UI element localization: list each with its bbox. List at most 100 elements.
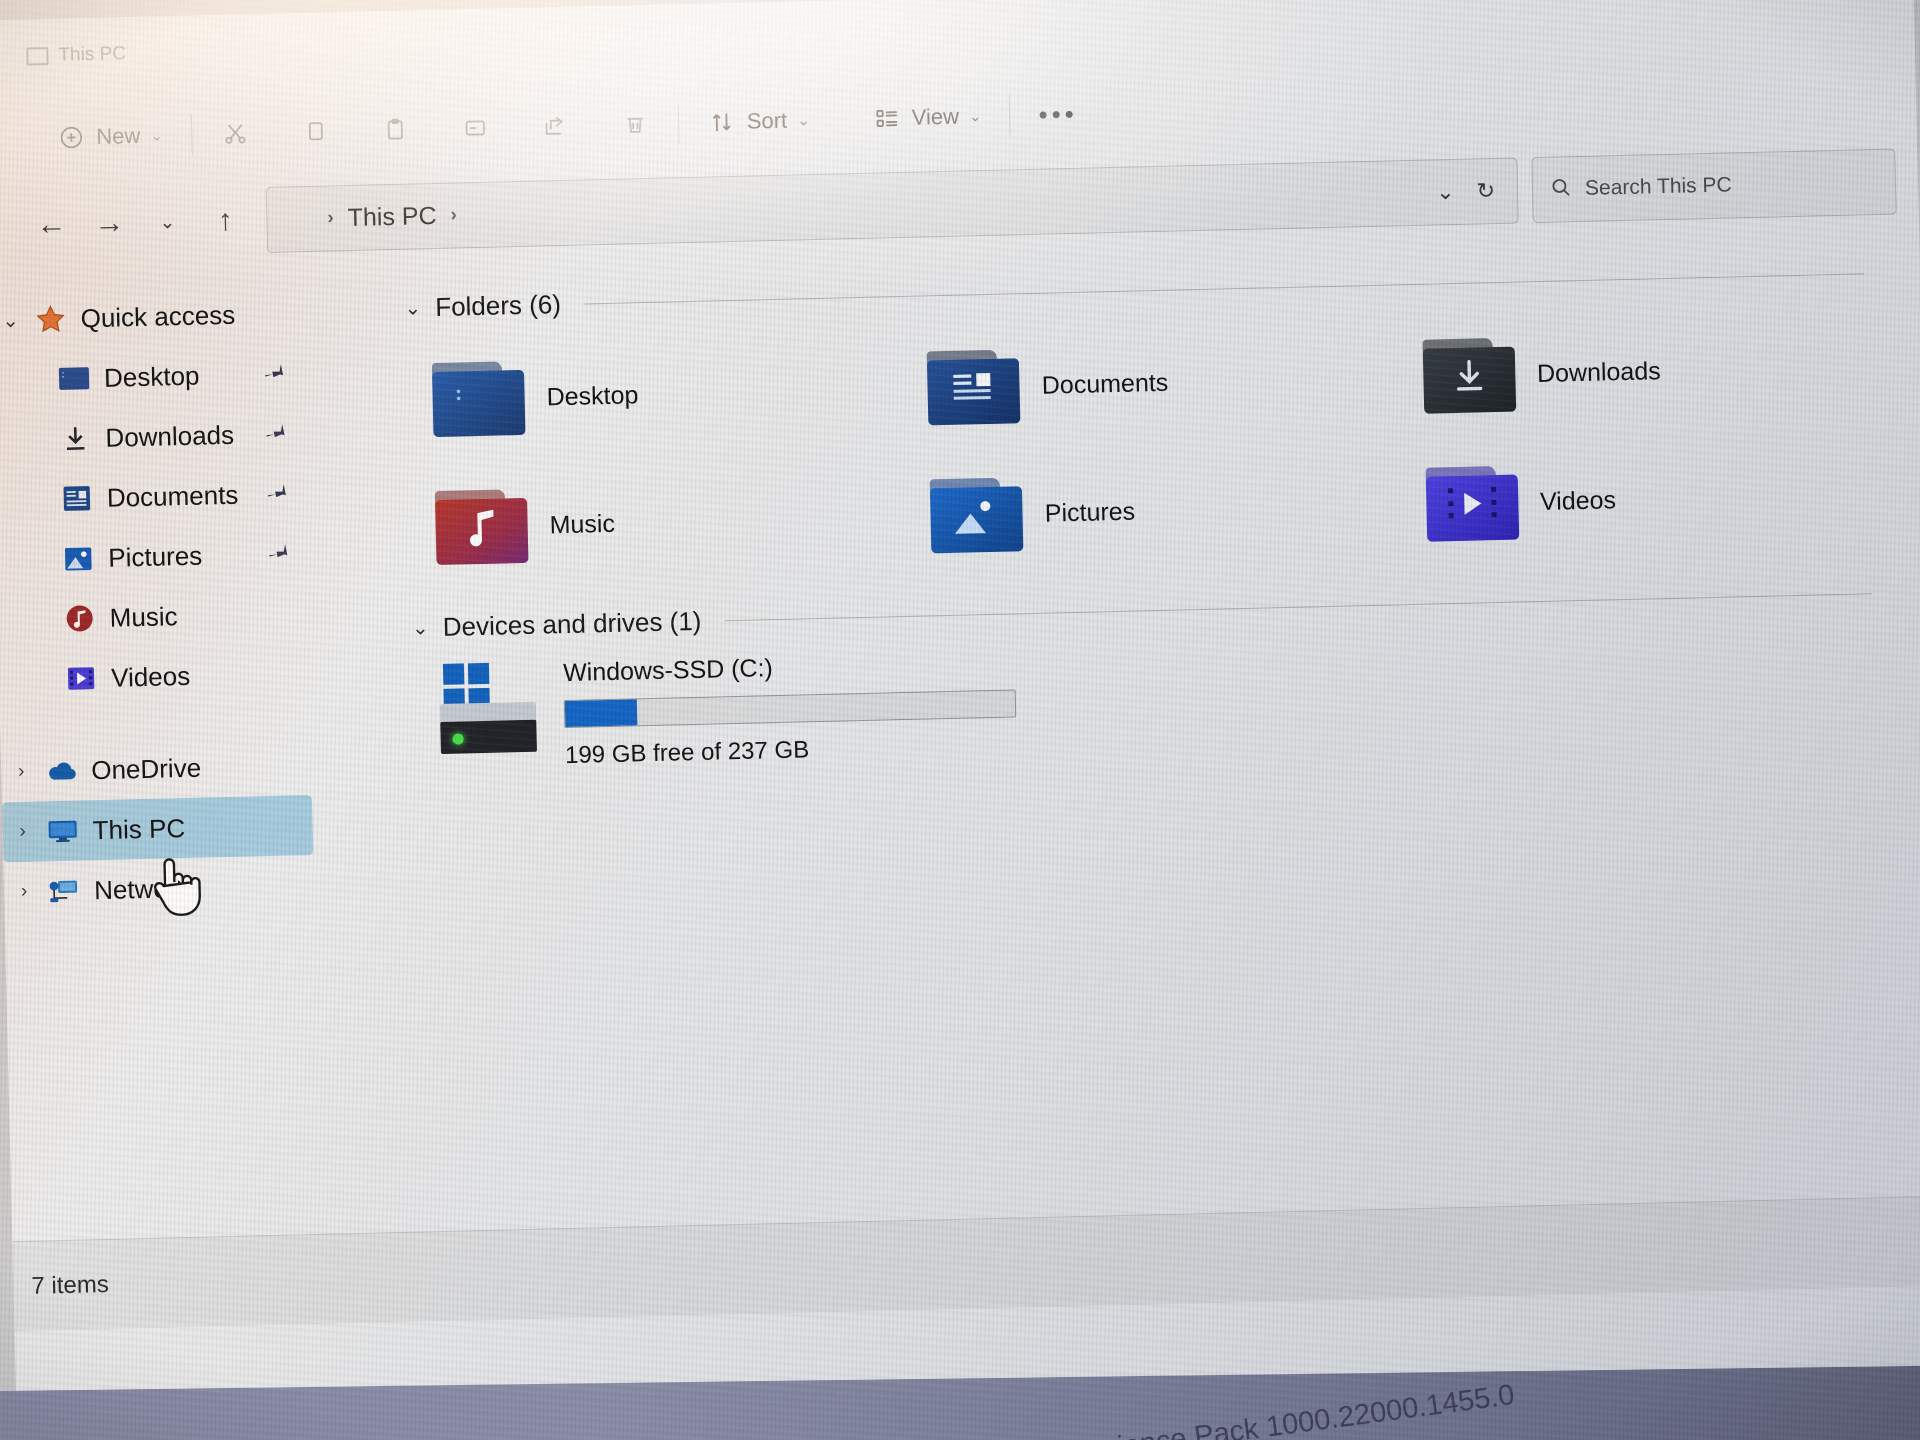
sort-arrows-icon	[706, 107, 737, 138]
sidebar-item-music[interactable]: Music	[0, 581, 384, 650]
view-list-icon	[871, 103, 902, 134]
folder-tile-label: Documents	[1041, 368, 1169, 400]
sidebar-item-desktop[interactable]: Desktop	[0, 341, 379, 410]
rename-icon	[460, 113, 491, 144]
copy-icon	[300, 116, 331, 147]
chevron-down-icon[interactable]: ⌄	[404, 295, 421, 320]
sidebar-item-onedrive[interactable]: › OneDrive	[1, 733, 388, 802]
chevron-right-icon[interactable]: ›	[1, 760, 42, 783]
address-history-chevron-icon[interactable]: ⌄	[1436, 179, 1455, 205]
plus-circle-icon	[56, 122, 87, 153]
sidebar-item-label: This PC	[92, 812, 186, 845]
view-button[interactable]: View ⌄	[857, 90, 996, 145]
forward-button[interactable]: →	[80, 194, 139, 253]
this-pc-icon	[283, 207, 314, 232]
chevron-down-icon[interactable]: ⌄	[0, 307, 31, 333]
divider	[677, 103, 680, 144]
cut-button[interactable]	[205, 107, 264, 160]
chevron-right-icon[interactable]: ›	[2, 820, 43, 843]
navigation-pane: ⌄ Quick access Desktop Downloads Documen…	[0, 263, 414, 1331]
divider	[190, 114, 193, 155]
sidebar-item-downloads[interactable]: Downloads	[0, 401, 380, 470]
downloads-folder-icon	[55, 421, 96, 456]
photograph-of-laptop-screen: This PC New ⌄ Sort ⌄ View ⌄ ••• ← → ⌄ ↑ …	[0, 0, 1920, 1440]
address-bar[interactable]: › This PC › ⌄ ↻	[265, 157, 1519, 253]
chevron-down-icon: ⌄	[796, 111, 810, 129]
pin-icon[interactable]	[257, 475, 294, 513]
desktop-folder-icon	[431, 361, 526, 438]
sidebar-item-pictures[interactable]: Pictures	[0, 521, 383, 590]
pin-icon[interactable]	[255, 415, 292, 453]
onedrive-cloud-icon	[41, 753, 82, 788]
devices-group-label: Devices and drives (1)	[442, 605, 702, 642]
folder-tile-label: Pictures	[1044, 497, 1136, 528]
folder-tile-documents[interactable]: Documents	[900, 313, 1398, 453]
sidebar-item-label: OneDrive	[90, 752, 202, 785]
refresh-icon[interactable]: ↻	[1476, 178, 1495, 204]
videos-folder-icon	[61, 661, 102, 696]
sidebar-item-label: Quick access	[80, 299, 236, 333]
this-pc-icon	[42, 813, 83, 848]
pin-icon[interactable]	[254, 355, 291, 393]
folder-tile-label: Desktop	[546, 380, 639, 411]
trash-icon	[619, 109, 650, 140]
paste-button[interactable]	[365, 103, 424, 156]
breadcrumb-this-pc[interactable]: This PC	[347, 201, 437, 232]
new-button[interactable]: New ⌄	[42, 109, 178, 164]
clipboard-paste-icon	[380, 115, 411, 146]
pictures-folder-icon	[929, 477, 1024, 554]
file-explorer-window: This PC New ⌄ Sort ⌄ View ⌄ ••• ← → ⌄ ↑ …	[0, 0, 1920, 1421]
folder-tile-music[interactable]: Music	[408, 453, 906, 593]
window-body: ⌄ Quick access Desktop Downloads Documen…	[0, 227, 1920, 1332]
up-button[interactable]: ↑	[196, 191, 255, 250]
rename-button[interactable]	[445, 101, 504, 154]
copy-button[interactable]	[285, 105, 344, 158]
drive-usage-bar	[563, 689, 1017, 729]
search-box[interactable]: Search This PC	[1531, 148, 1897, 224]
network-icon	[44, 873, 85, 908]
music-folder-icon	[434, 489, 529, 566]
folder-tile-label: Videos	[1539, 485, 1617, 516]
back-button[interactable]: ←	[22, 195, 81, 254]
chevron-right-icon[interactable]: ›	[4, 880, 45, 903]
folder-tile-pictures[interactable]: Pictures	[903, 441, 1401, 581]
sort-button-label: Sort	[746, 107, 788, 134]
see-more-button[interactable]: •••	[1024, 98, 1092, 129]
folder-tile-label: Downloads	[1536, 356, 1661, 388]
recent-locations-button[interactable]: ⌄	[138, 193, 197, 252]
sidebar-item-videos[interactable]: Videos	[0, 641, 386, 710]
music-folder-icon	[59, 601, 100, 636]
sidebar-item-documents[interactable]: Documents	[0, 461, 382, 530]
drive-tile-windows-ssd[interactable]: Windows-SSD (C:) 199 GB free of 237 GB	[413, 626, 1901, 774]
search-input[interactable]: Search This PC	[1585, 173, 1732, 200]
drive-name: Windows-SSD (C:)	[562, 654, 774, 688]
folder-tile-downloads[interactable]: Downloads	[1396, 302, 1894, 442]
divider	[1009, 95, 1011, 136]
chevron-down-icon[interactable]: ⌄	[412, 615, 429, 640]
tab-label: This PC	[58, 43, 127, 66]
videos-folder-icon	[1425, 466, 1519, 542]
documents-folder-icon	[926, 349, 1021, 426]
view-button-label: View	[911, 103, 960, 130]
sidebar-item-label: Music	[109, 600, 178, 633]
delete-button[interactable]	[605, 98, 664, 151]
desktop-folder-icon	[54, 361, 95, 396]
star-icon	[30, 302, 71, 337]
folders-group-label: Folders (6)	[434, 288, 562, 322]
breadcrumb-separator[interactable]: ›	[450, 204, 457, 226]
monitor-icon	[26, 47, 49, 66]
share-button[interactable]	[525, 99, 584, 152]
content-pane: ⌄ Folders (6) Desktop Documents Download…	[389, 227, 1920, 1322]
drive-usage-fill	[564, 699, 638, 728]
folder-tile-desktop[interactable]: Desktop	[405, 325, 903, 465]
sidebar-item-quick-access[interactable]: ⌄ Quick access	[0, 281, 377, 350]
tab-this-pc[interactable]: This PC	[12, 31, 141, 80]
downloads-folder-icon	[1422, 338, 1516, 414]
windows-drive-icon	[439, 658, 541, 756]
folder-tile-videos[interactable]: Videos	[1399, 430, 1897, 570]
folder-tile-label: Music	[549, 509, 616, 539]
share-icon	[539, 111, 570, 142]
sort-button[interactable]: Sort ⌄	[692, 94, 824, 149]
chevron-down-icon: ⌄	[150, 126, 164, 145]
pin-icon[interactable]	[258, 535, 295, 573]
